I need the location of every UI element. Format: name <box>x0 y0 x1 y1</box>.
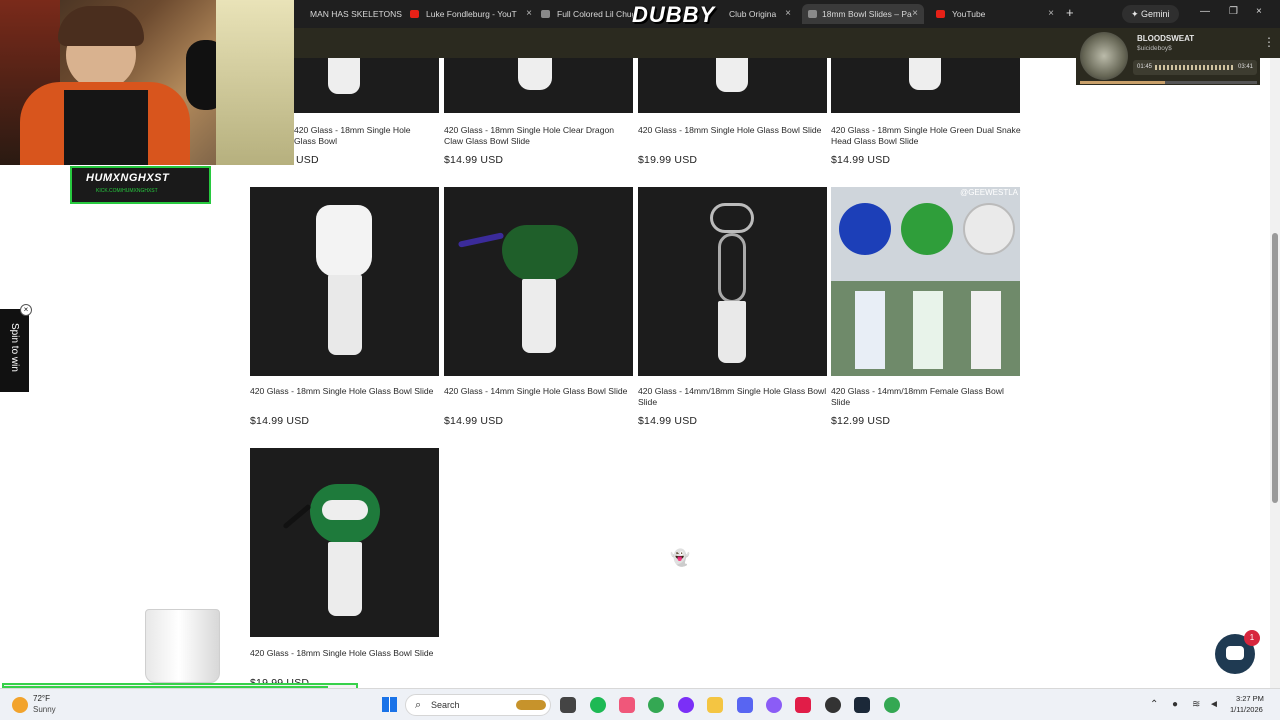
streamer-url: KICK.COM/HUMXNGHXST <box>96 188 158 194</box>
image-watermark: @GEEWESTLA <box>960 188 1018 197</box>
weather-temp[interactable]: 72°F <box>33 694 50 703</box>
window-close-icon[interactable]: × <box>1256 6 1262 17</box>
chrome-icon[interactable] <box>648 697 664 713</box>
menu-icon[interactable]: ⋮ <box>1263 35 1275 49</box>
product-title[interactable]: 420 Glass - 14mm/18mm Female Glass Bowl … <box>831 386 1021 408</box>
youtube-icon <box>936 10 945 18</box>
product-title[interactable]: 420 Glass - 14mm Single Hole Glass Bowl … <box>444 386 634 397</box>
song-artist: $uicideboy$ <box>1137 45 1172 52</box>
file-explorer-icon[interactable] <box>707 697 723 713</box>
product-price: $14.99 USD <box>444 415 504 427</box>
taskbar: 72°F Sunny ⌕ Search ⌃ ● ≋ ◄ 3:27 PM 1/11… <box>0 688 1280 720</box>
product-image[interactable] <box>831 58 1020 113</box>
clock-time[interactable]: 3:27 PM <box>1236 694 1264 703</box>
total-time: 03:41 <box>1237 64 1253 70</box>
dubby-logo: DUBBY <box>632 2 716 27</box>
close-icon[interactable]: × <box>20 304 32 316</box>
streamer-tag: HUMXNGHXST KICK.COM/HUMXNGHXST <box>70 166 211 204</box>
browser-tab[interactable]: YouTube × <box>936 4 1054 24</box>
product-image[interactable] <box>444 187 633 376</box>
gemini-button[interactable]: ✦ Gemini <box>1122 5 1179 23</box>
playback-bar: 01:45 03:41 <box>1133 60 1257 75</box>
steam-icon[interactable] <box>854 697 870 713</box>
weather-condition[interactable]: Sunny <box>33 705 56 714</box>
product-price: $14.99 USD <box>444 154 504 166</box>
microphone-icon[interactable]: ● <box>1172 699 1178 710</box>
app-icon[interactable] <box>766 697 782 713</box>
product-title[interactable]: 420 Glass - 18mm Single Hole Glass Bowl … <box>250 386 440 397</box>
song-title: BLOODSWEAT <box>1137 34 1195 43</box>
chat-badge: 1 <box>1244 630 1260 646</box>
obs-icon[interactable] <box>825 697 841 713</box>
minimize-icon[interactable]: — <box>1200 6 1210 17</box>
new-tab-button[interactable]: + <box>1066 5 1074 20</box>
cup-overlay <box>145 609 220 683</box>
restore-icon[interactable]: ❐ <box>1229 6 1238 17</box>
product-image[interactable] <box>638 58 827 113</box>
browser-tab[interactable]: Full Colored Lil Chug <box>541 4 633 24</box>
wifi-icon[interactable]: ≋ <box>1192 699 1200 710</box>
webcam-overlay <box>0 0 294 165</box>
chat-icon <box>1226 646 1244 660</box>
product-image[interactable] <box>638 187 827 376</box>
product-price: $14.99 USD <box>638 415 698 427</box>
windows-start-icon[interactable] <box>382 697 397 712</box>
discord-icon[interactable] <box>737 697 753 713</box>
elapsed-time: 01:45 <box>1137 64 1153 70</box>
product-title[interactable]: 420 Glass - 18mm Single Hole Glass Bowl … <box>250 648 440 659</box>
playback-progress-fill <box>1080 81 1165 84</box>
close-tab-icon[interactable]: × <box>912 4 918 24</box>
product-price: USD <box>296 154 319 166</box>
product-image[interactable] <box>444 58 633 113</box>
product-image[interactable]: @GEEWESTLA <box>831 187 1020 376</box>
browser-tab[interactable]: Luke Fondleburg - YouT × <box>410 4 532 24</box>
app-icon[interactable] <box>795 697 811 713</box>
streamer-name: HUMXNGHXST <box>86 172 170 184</box>
close-tab-icon[interactable]: × <box>1048 4 1054 24</box>
spotify-icon[interactable] <box>590 697 606 713</box>
chrome-icon[interactable] <box>884 697 900 713</box>
task-view-icon[interactable] <box>560 697 576 713</box>
search-icon: ⌕ <box>415 699 422 711</box>
product-price: $19.99 USD <box>638 154 698 166</box>
product-image[interactable] <box>250 187 439 376</box>
app-icon[interactable] <box>678 697 694 713</box>
close-tab-icon[interactable]: × <box>526 4 532 24</box>
product-title[interactable]: 420 Glass - 14mm/18mm Single Hole Glass … <box>638 386 828 408</box>
browser-tab[interactable]: MAN HAS SKELETONS <box>294 4 404 24</box>
music-icon[interactable] <box>619 697 635 713</box>
page-scrollbar[interactable] <box>1270 58 1280 688</box>
waveform <box>1155 65 1233 70</box>
product-price: $14.99 USD <box>831 154 891 166</box>
screen: 420 Glass - 18mm Single Hole Glass Bowl … <box>0 0 1280 720</box>
playback-progress <box>1080 81 1257 84</box>
product-image[interactable] <box>250 448 439 637</box>
clock-date[interactable]: 1/11/2026 <box>1230 705 1263 714</box>
product-title[interactable]: 420 Glass - 18mm Single Hole Clear Drago… <box>444 125 634 147</box>
browser-tab-active[interactable]: 18mm Bowl Slides – Pa × <box>802 4 924 24</box>
search-highlight-icon <box>516 700 546 710</box>
product-price: $12.99 USD <box>831 415 891 427</box>
spin-to-win-tab[interactable]: Spin to win <box>0 309 29 392</box>
sun-icon[interactable] <box>12 697 28 713</box>
spin-to-win-label: Spin to win <box>9 323 20 372</box>
close-tab-icon[interactable]: × <box>785 4 791 24</box>
sparkle-icon: ✦ <box>1131 9 1142 19</box>
site-icon <box>541 10 550 18</box>
product-title[interactable]: 420 Glass - 18mm Single Hole Glass Bowl <box>294 125 434 147</box>
now-playing-widget: BLOODSWEAT $uicideboy$ 01:45 03:41 <box>1076 29 1260 85</box>
product-title[interactable]: 420 Glass - 18mm Single Hole Green Dual … <box>831 125 1021 147</box>
chevron-up-icon[interactable]: ⌃ <box>1150 699 1158 710</box>
site-icon <box>808 10 817 18</box>
scrollbar-thumb[interactable] <box>1272 233 1278 503</box>
product-price: $14.99 USD <box>250 415 310 427</box>
browser-tab[interactable]: Club Origina × <box>727 4 791 24</box>
ghost-icon: 👻 <box>670 550 690 567</box>
product-title[interactable]: 420 Glass - 18mm Single Hole Glass Bowl … <box>638 125 828 136</box>
volume-icon[interactable]: ◄ <box>1209 699 1219 710</box>
album-art <box>1080 32 1128 80</box>
taskbar-search[interactable]: ⌕ Search <box>405 694 551 716</box>
youtube-icon <box>410 10 419 18</box>
